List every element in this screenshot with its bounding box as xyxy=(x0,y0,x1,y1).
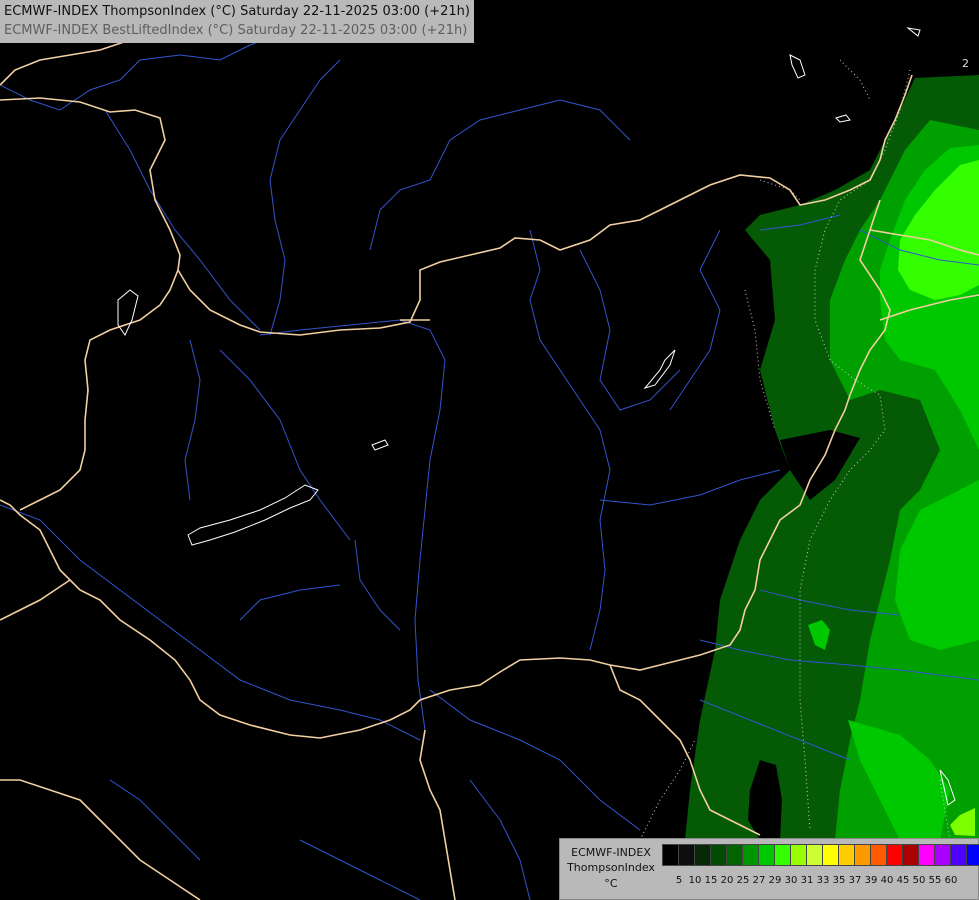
legend-tick-label: 39 xyxy=(864,875,878,886)
legend-swatch xyxy=(919,845,935,865)
legend-unit: °C xyxy=(604,877,618,890)
legend-tick-label: 20 xyxy=(720,875,734,886)
legend-tick-label: 45 xyxy=(896,875,910,886)
legend-swatch xyxy=(759,845,775,865)
legend-swatch xyxy=(695,845,711,865)
legend-tick-label: 35 xyxy=(832,875,846,886)
legend-swatch xyxy=(807,845,823,865)
legend-tick-label: 60 xyxy=(944,875,958,886)
map-title-box: ECMWF-INDEX ThompsonIndex (°C) Saturday … xyxy=(0,0,474,43)
legend-tick-label: 30 xyxy=(784,875,798,886)
legend-tick-label: 5 xyxy=(675,875,683,886)
legend-tick-label: 40 xyxy=(880,875,894,886)
title-line-best-lifted-index: ECMWF-INDEX BestLiftedIndex (°C) Saturda… xyxy=(4,23,468,38)
legend-parameter: ThompsonIndex xyxy=(567,861,655,874)
legend-tick-label: 50 xyxy=(912,875,926,886)
legend-tick-label: 37 xyxy=(848,875,862,886)
legend-swatch xyxy=(791,845,807,865)
legend-swatch xyxy=(935,845,951,865)
legend-tick-label: 31 xyxy=(800,875,814,886)
legend-tick-label: 33 xyxy=(816,875,830,886)
legend-swatch xyxy=(887,845,903,865)
legend-tick-label: 55 xyxy=(928,875,942,886)
legend-swatch xyxy=(855,845,871,865)
legend-swatch xyxy=(967,845,979,865)
legend-swatch xyxy=(903,845,919,865)
legend-swatch xyxy=(775,845,791,865)
weather-map: 2 xyxy=(0,0,979,900)
legend-swatch xyxy=(743,845,759,865)
legend-swatches xyxy=(662,844,979,866)
legend-swatch xyxy=(727,845,743,865)
legend-swatch xyxy=(663,845,679,865)
legend-swatch xyxy=(823,845,839,865)
color-legend: ECMWF-INDEX ThompsonIndex °C 5 10 15 20 25 27… xyxy=(559,838,979,900)
legend-swatch xyxy=(679,845,695,865)
contour-label: 2 xyxy=(962,57,969,70)
legend-tick-label: 25 xyxy=(736,875,750,886)
legend-tick-label: 10 xyxy=(688,875,702,886)
legend-tick-label: 27 xyxy=(752,875,766,886)
legend-source: ECMWF-INDEX xyxy=(571,846,651,859)
legend-tick-label: 29 xyxy=(768,875,782,886)
legend-swatch xyxy=(951,845,967,865)
title-line-thompson-index: ECMWF-INDEX ThompsonIndex (°C) Saturday … xyxy=(4,4,470,19)
legend-swatch xyxy=(871,845,887,865)
legend-swatch xyxy=(711,845,727,865)
legend-tick-label: 15 xyxy=(704,875,718,886)
legend-swatch xyxy=(839,845,855,865)
